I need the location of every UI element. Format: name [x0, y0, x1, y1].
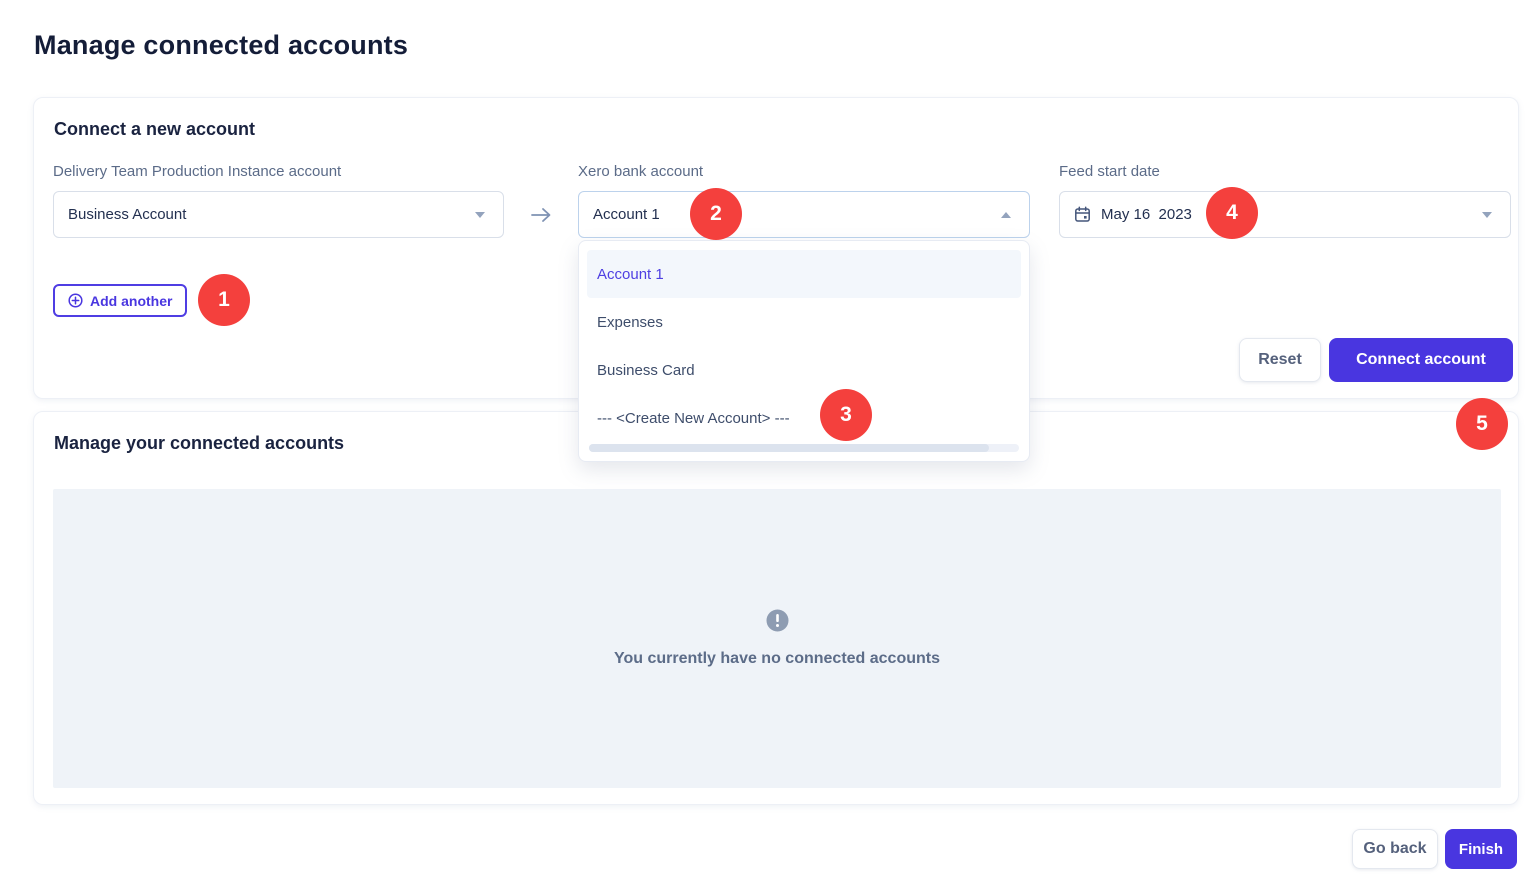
- go-back-button[interactable]: Go back: [1352, 829, 1438, 869]
- source-account-value: Business Account: [68, 206, 186, 223]
- chevron-down-icon: [475, 212, 485, 218]
- reset-button[interactable]: Reset: [1239, 338, 1321, 382]
- annotation-badge-3: 3: [820, 389, 872, 441]
- plus-circle-icon: [68, 293, 83, 308]
- manage-connected-accounts-card: Manage your connected accounts You curre…: [33, 411, 1519, 805]
- source-account-label: Delivery Team Production Instance accoun…: [53, 163, 341, 180]
- chevron-down-icon: [1482, 212, 1492, 218]
- dropdown-scrollbar[interactable]: [589, 444, 1019, 452]
- annotation-badge-4: 4: [1206, 187, 1258, 239]
- connect-card-title: Connect a new account: [54, 119, 255, 140]
- dropdown-option-business-card[interactable]: Business Card: [587, 346, 1021, 394]
- connect-new-account-card: Connect a new account Delivery Team Prod…: [33, 97, 1519, 399]
- dropdown-option-create-new-account[interactable]: --- <Create New Account> ---: [587, 394, 1021, 442]
- calendar-icon: [1074, 206, 1091, 223]
- xero-account-label: Xero bank account: [578, 163, 703, 180]
- connect-account-button[interactable]: Connect account: [1329, 338, 1513, 382]
- page-title: Manage connected accounts: [34, 30, 408, 61]
- feed-start-date-picker[interactable]: May 16 2023: [1059, 191, 1511, 238]
- annotation-badge-1: 1: [198, 274, 250, 326]
- manage-connected-accounts-page: Manage connected accounts Connect a new …: [0, 0, 1538, 884]
- finish-button[interactable]: Finish: [1445, 829, 1517, 869]
- empty-state-text: You currently have no connected accounts: [614, 650, 940, 668]
- chevron-up-icon: [1001, 212, 1011, 218]
- annotation-badge-2: 2: [690, 188, 742, 240]
- xero-account-value: Account 1: [593, 206, 660, 223]
- manage-card-title: Manage your connected accounts: [54, 433, 344, 454]
- empty-state-panel: You currently have no connected accounts: [53, 489, 1501, 788]
- feed-start-date-value: May 16 2023: [1101, 206, 1192, 223]
- feed-start-date-label: Feed start date: [1059, 163, 1160, 180]
- add-another-label: Add another: [90, 293, 172, 309]
- add-another-button[interactable]: Add another: [53, 284, 187, 317]
- alert-circle-icon: [766, 609, 789, 632]
- scrollbar-thumb[interactable]: [589, 444, 989, 452]
- dropdown-option-account-1[interactable]: Account 1: [587, 250, 1021, 298]
- annotation-badge-5: 5: [1456, 398, 1508, 450]
- arrow-right-icon: [521, 191, 561, 238]
- source-account-select[interactable]: Business Account: [53, 191, 504, 238]
- xero-account-dropdown: Account 1 Expenses Business Card --- <Cr…: [578, 240, 1030, 462]
- dropdown-option-expenses[interactable]: Expenses: [587, 298, 1021, 346]
- xero-account-select[interactable]: Account 1: [578, 191, 1030, 238]
